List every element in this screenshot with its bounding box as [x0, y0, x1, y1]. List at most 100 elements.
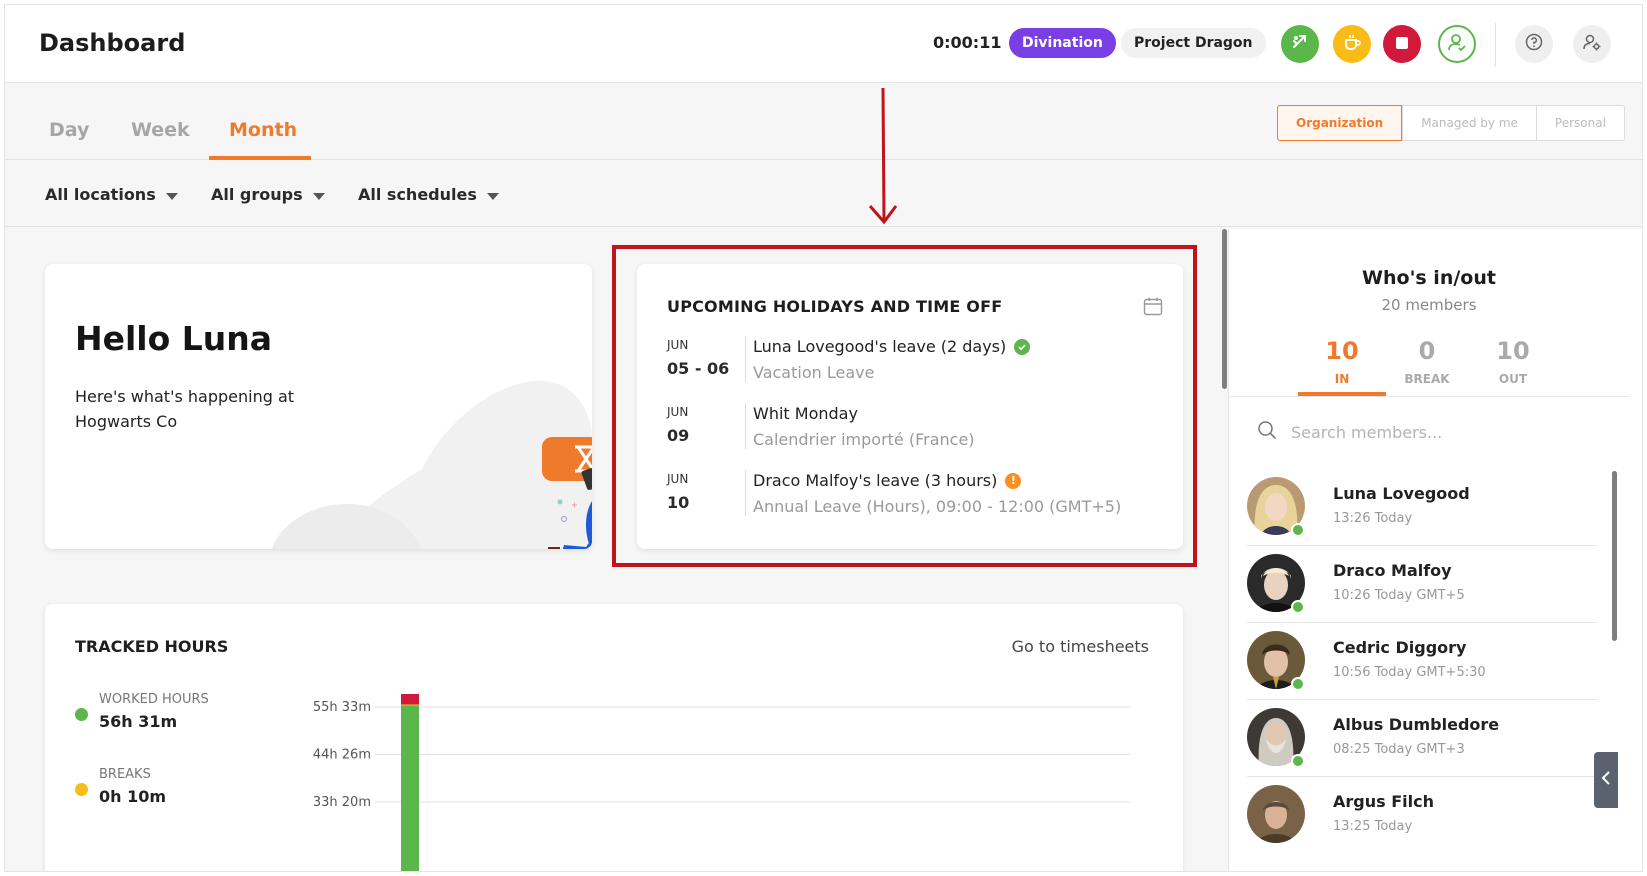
stat-out-value: 10: [1496, 337, 1530, 365]
legend-dot: [75, 783, 88, 796]
member-count: 20 members: [1381, 296, 1477, 314]
avatar: [1247, 477, 1305, 537]
member-time: 13:26 Today: [1333, 511, 1413, 526]
groups-filter[interactable]: All groups: [211, 185, 325, 204]
member-search: [1257, 417, 1597, 447]
stat-in-tab[interactable]: 10 IN: [1298, 337, 1386, 386]
chevron-left-icon: [1601, 770, 1611, 790]
stat-break-tab[interactable]: 0 BREAK: [1383, 337, 1471, 386]
whos-in-out-panel: Who's in/out 20 members 10 IN 0 BREAK 10…: [1228, 229, 1642, 871]
caret-down-icon: [312, 192, 325, 200]
person-reading-illustration: [272, 380, 592, 549]
tracked-hours-card: TRACKED HOURS Go to timesheets WORKED HO…: [45, 604, 1183, 872]
locations-filter[interactable]: All locations: [45, 185, 178, 204]
y-tick-label: 55h 33m: [313, 700, 371, 715]
member-time: 10:56 Today GMT+5:30: [1333, 665, 1486, 680]
stop-icon: [1395, 35, 1409, 54]
member-name: Cedric Diggory: [1333, 638, 1467, 657]
online-status-dot: [1291, 523, 1305, 537]
legend-value: 56h 31m: [99, 712, 178, 731]
caret-down-icon: [486, 192, 499, 200]
switch-activity-button[interactable]: [1281, 25, 1319, 63]
go-to-timesheets-link[interactable]: Go to timesheets: [1012, 637, 1149, 656]
chart-bar-segment[interactable]: [401, 694, 419, 705]
member-row[interactable]: Draco Malfoy 10:26 Today GMT+5: [1247, 546, 1597, 623]
member-row[interactable]: Albus Dumbledore 08:25 Today GMT+3: [1247, 700, 1597, 777]
online-status-dot: [1291, 600, 1305, 614]
main-scrollbar[interactable]: [1222, 229, 1227, 389]
tab-week[interactable]: Week: [131, 119, 190, 141]
stat-in-label: IN: [1334, 372, 1350, 386]
member-time: 13:25 Today: [1333, 819, 1413, 834]
user-status-icon: [1447, 32, 1467, 56]
collapse-panel-button[interactable]: [1594, 752, 1618, 808]
user-status-button[interactable]: [1438, 25, 1476, 63]
stat-break-label: BREAK: [1404, 372, 1450, 386]
stat-in-value: 10: [1325, 337, 1359, 365]
annotation-arrow-icon: [868, 88, 898, 225]
whos-in-out-title: Who's in/out: [1362, 267, 1496, 289]
member-name: Luna Lovegood: [1333, 484, 1470, 503]
member-row[interactable]: Cedric Diggory 10:56 Today GMT+5:30: [1247, 623, 1597, 700]
stat-break-value: 0: [1418, 337, 1436, 365]
period-tabs-row: Day Week Month Organization Managed by m…: [5, 84, 1642, 160]
search-icon: [1257, 420, 1277, 444]
help-icon: [1525, 33, 1543, 55]
locations-filter-label: All locations: [45, 185, 156, 204]
scope-managed-by-me[interactable]: Managed by me: [1402, 106, 1536, 140]
schedules-filter-label: All schedules: [358, 185, 477, 204]
project-pill[interactable]: Project Dragon: [1121, 28, 1266, 58]
stop-button[interactable]: [1383, 25, 1421, 63]
top-header: Dashboard 0:00:11 Divination Project Dra…: [5, 5, 1642, 83]
online-status-dot: [1291, 754, 1305, 768]
search-members-input[interactable]: [1291, 422, 1591, 442]
activity-pill[interactable]: Divination: [1009, 28, 1116, 58]
scope-segmented-control: Organization Managed by me Personal: [1277, 105, 1625, 141]
avatar: [1247, 708, 1305, 768]
member-name: Albus Dumbledore: [1333, 715, 1500, 734]
tab-day[interactable]: Day: [49, 119, 89, 141]
caret-down-icon: [165, 192, 178, 200]
y-tick-label: 44h 26m: [313, 748, 371, 763]
admin-settings-button[interactable]: [1573, 25, 1611, 63]
avatar: [1247, 554, 1305, 614]
coffee-break-icon: [1343, 33, 1361, 55]
member-time: 08:25 Today GMT+3: [1333, 742, 1465, 757]
member-row[interactable]: Luna Lovegood 13:26 Today: [1247, 469, 1597, 546]
avatar: [1247, 631, 1305, 691]
groups-filter-label: All groups: [211, 185, 303, 204]
annotation-highlight-box: [612, 245, 1197, 567]
legend-dot: [75, 708, 88, 721]
page-title: Dashboard: [39, 29, 186, 57]
chart-bar-segment[interactable]: [401, 704, 419, 706]
filters-row: All locations All groups All schedules: [5, 161, 1642, 227]
member-time: 10:26 Today GMT+5: [1333, 588, 1465, 603]
help-button[interactable]: [1515, 25, 1553, 63]
hello-card: Hello Luna Here's what's happening at Ho…: [45, 264, 592, 549]
stats-divider: [1229, 396, 1629, 397]
legend-label: BREAKS: [99, 767, 151, 782]
switch-activity-icon: [1291, 33, 1309, 55]
tracked-hours-title: TRACKED HOURS: [75, 637, 229, 656]
y-tick-label: 33h 20m: [313, 795, 371, 810]
scope-organization[interactable]: Organization: [1277, 105, 1403, 141]
tab-month[interactable]: Month: [229, 119, 297, 141]
scope-personal[interactable]: Personal: [1535, 106, 1624, 140]
members-scrollbar[interactable]: [1612, 471, 1617, 641]
legend-value: 0h 10m: [99, 787, 167, 806]
stat-out-label: OUT: [1498, 372, 1528, 386]
tracked-hours-chart: 55h 33m 44h 26m 33h 20m: [313, 694, 1130, 872]
timer-display: 0:00:11: [933, 33, 1002, 52]
schedules-filter[interactable]: All schedules: [358, 185, 499, 204]
chart-bar-segment[interactable]: [401, 705, 419, 872]
member-name: Argus Filch: [1333, 792, 1434, 811]
header-divider: [1495, 23, 1496, 67]
stat-out-tab[interactable]: 10 OUT: [1469, 337, 1557, 386]
legend-label: WORKED HOURS: [99, 692, 209, 707]
avatar: [1247, 785, 1305, 843]
online-status-dot: [1291, 677, 1305, 691]
break-button[interactable]: [1333, 25, 1371, 63]
member-name: Draco Malfoy: [1333, 561, 1452, 580]
admin-settings-icon: [1582, 32, 1602, 56]
member-row[interactable]: Argus Filch 13:25 Today: [1247, 777, 1597, 854]
